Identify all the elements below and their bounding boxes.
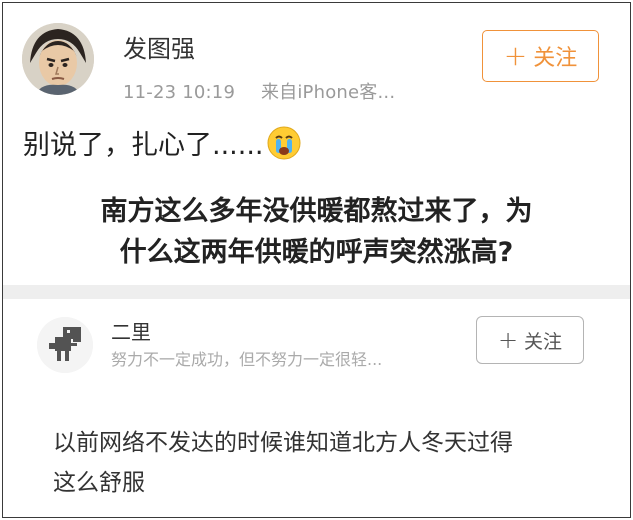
reply-author-name[interactable]: 二里 (111, 316, 151, 345)
screenshot-frame: 发图强 11-23 10:19 来自iPhone客... + 关注 别说了，扎心… (2, 2, 631, 518)
post-caption-text: 别说了，扎心了...... (23, 130, 264, 161)
post-timestamp: 11-23 10:19 (123, 82, 236, 103)
post-meta: 11-23 10:19 来自iPhone客... (123, 78, 395, 104)
question-text: 南方这么多年没供暖都熬过来了，为 什么这两年供暖的呼声突然涨高? (3, 191, 630, 273)
question-line-2: 什么这两年供暖的呼声突然涨高? (119, 237, 514, 268)
reply-body-line-1: 以前网络不发达的时候谁知道北方人冬天过得 (53, 430, 513, 456)
reply-body: 以前网络不发达的时候谁知道北方人冬天过得 这么舒服 (53, 423, 613, 503)
reply-author-bio: 努力不一定成功，但不努力一定很轻... (111, 350, 383, 369)
dinosaur-icon (37, 317, 93, 373)
follow-button-label: 关注 (533, 46, 578, 71)
plus-icon: + (503, 39, 528, 72)
question-line-1: 南方这么多年没供暖都熬过来了，为 (100, 196, 533, 227)
reply-body-line-2: 这么舒服 (53, 470, 145, 496)
reply-avatar[interactable] (37, 317, 93, 373)
author-avatar[interactable] (22, 23, 94, 95)
crying-face-icon (267, 126, 300, 159)
author-name[interactable]: 发图强 (123, 29, 195, 64)
follow-button[interactable]: + 关注 (482, 30, 599, 82)
section-divider (3, 285, 630, 299)
reply-follow-button[interactable]: + 关注 (476, 316, 584, 364)
post-caption: 别说了，扎心了...... (23, 123, 302, 162)
reply-follow-button-label: 关注 (524, 330, 563, 353)
avatar-anime-man-icon (22, 23, 94, 95)
plus-icon: + (497, 326, 519, 354)
post-source: 来自iPhone客... (260, 82, 396, 103)
